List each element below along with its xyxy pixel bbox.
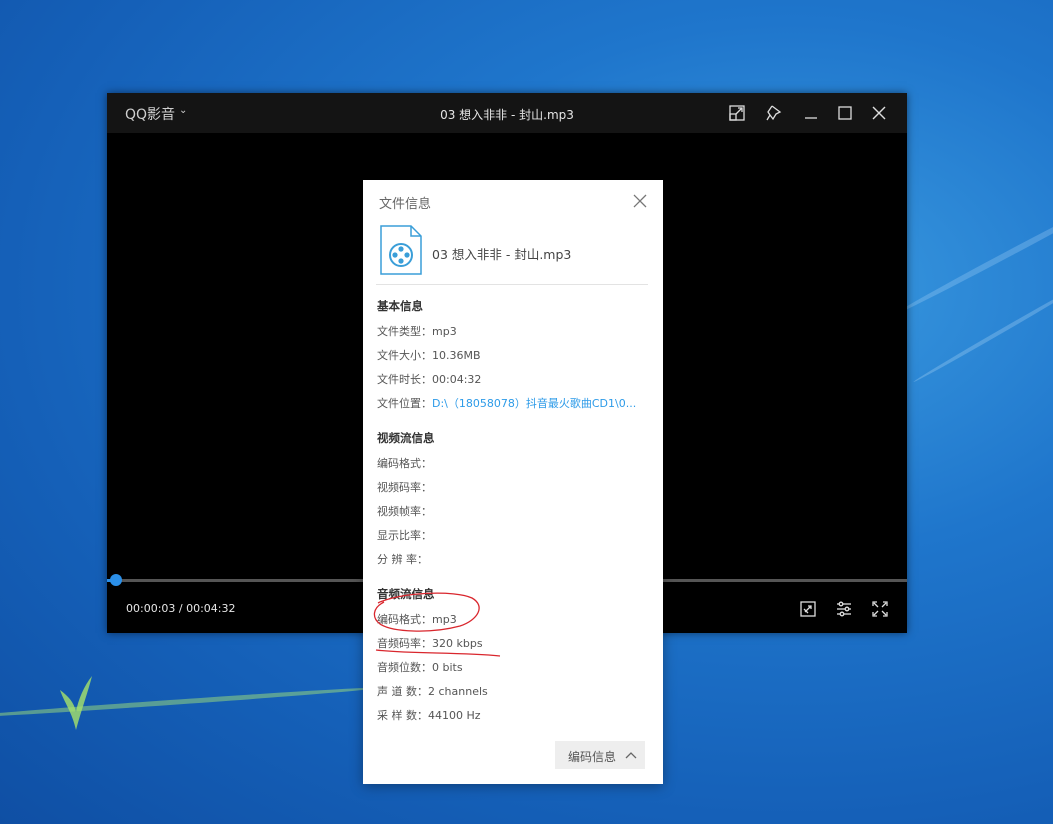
file-name: 03 想入非非 - 封山.mp3	[432, 247, 572, 262]
mini-mode-icon[interactable]	[727, 103, 747, 123]
close-icon[interactable]	[631, 192, 649, 210]
info-row-video-codec: 编码格式：	[377, 457, 432, 470]
info-row-channels: 声 道 数：2 channels	[377, 685, 488, 698]
info-row-aspect-ratio: 显示比率：	[377, 529, 432, 542]
info-row-duration: 文件时长：00:04:32	[377, 373, 482, 386]
info-row-location: 文件位置：D:\（18058078）抖音最火歌曲CD1\0...	[377, 397, 637, 410]
wallpaper-light-streak	[893, 189, 1053, 317]
info-row-sample-rate: 采 样 数：44100 Hz	[377, 709, 481, 722]
window-title: 03 想入非非 - 封山.mp3	[440, 108, 574, 122]
info-row-bit-depth: 音频位数：0 bits	[377, 661, 463, 674]
pin-icon[interactable]	[764, 103, 784, 123]
section-header-video: 视频流信息	[377, 431, 435, 445]
fullscreen-icon[interactable]	[870, 599, 890, 619]
screenshot-icon[interactable]	[798, 599, 818, 619]
file-location-link[interactable]: D:\（18058078）抖音最火歌曲CD1\0...	[432, 397, 636, 410]
info-row-frame-rate: 视频帧率：	[377, 505, 432, 518]
wallpaper-leaf-icon	[60, 676, 92, 730]
chevron-up-icon	[625, 752, 637, 759]
minimize-icon[interactable]	[801, 103, 821, 123]
dialog-title: 文件信息	[379, 197, 432, 212]
playback-time: 00:00:03 / 00:04:32	[126, 602, 236, 615]
wallpaper-grass-streak	[0, 685, 380, 720]
encoding-info-button[interactable]: 编码信息	[555, 741, 645, 769]
file-info-dialog: 文件信息 03 想入非非 - 封山.mp3 基本信息 文件类型：mp3 文件大小…	[363, 180, 663, 784]
section-header-audio: 音频流信息	[377, 587, 435, 601]
section-header-basic: 基本信息	[377, 299, 423, 313]
info-row-audio-codec: 编码格式：mp3	[377, 613, 457, 626]
settings-icon[interactable]	[834, 599, 854, 619]
encoding-info-label: 编码信息	[568, 750, 617, 764]
maximize-icon[interactable]	[835, 103, 855, 123]
info-row-resolution: 分 辨 率：	[377, 553, 428, 566]
title-bar: QQ影音 ⌄ 03 想入非非 - 封山.mp3	[107, 93, 907, 133]
info-row-file-size: 文件大小：10.36MB	[377, 349, 481, 362]
divider	[376, 284, 648, 285]
media-file-icon	[380, 225, 422, 275]
info-row-audio-bitrate: 音频码率：320 kbps	[377, 637, 483, 650]
close-icon[interactable]	[869, 103, 889, 123]
info-row-video-bitrate: 视频码率：	[377, 481, 432, 494]
seek-bar-handle[interactable]	[109, 574, 122, 586]
info-row-file-type: 文件类型：mp3	[377, 325, 457, 338]
